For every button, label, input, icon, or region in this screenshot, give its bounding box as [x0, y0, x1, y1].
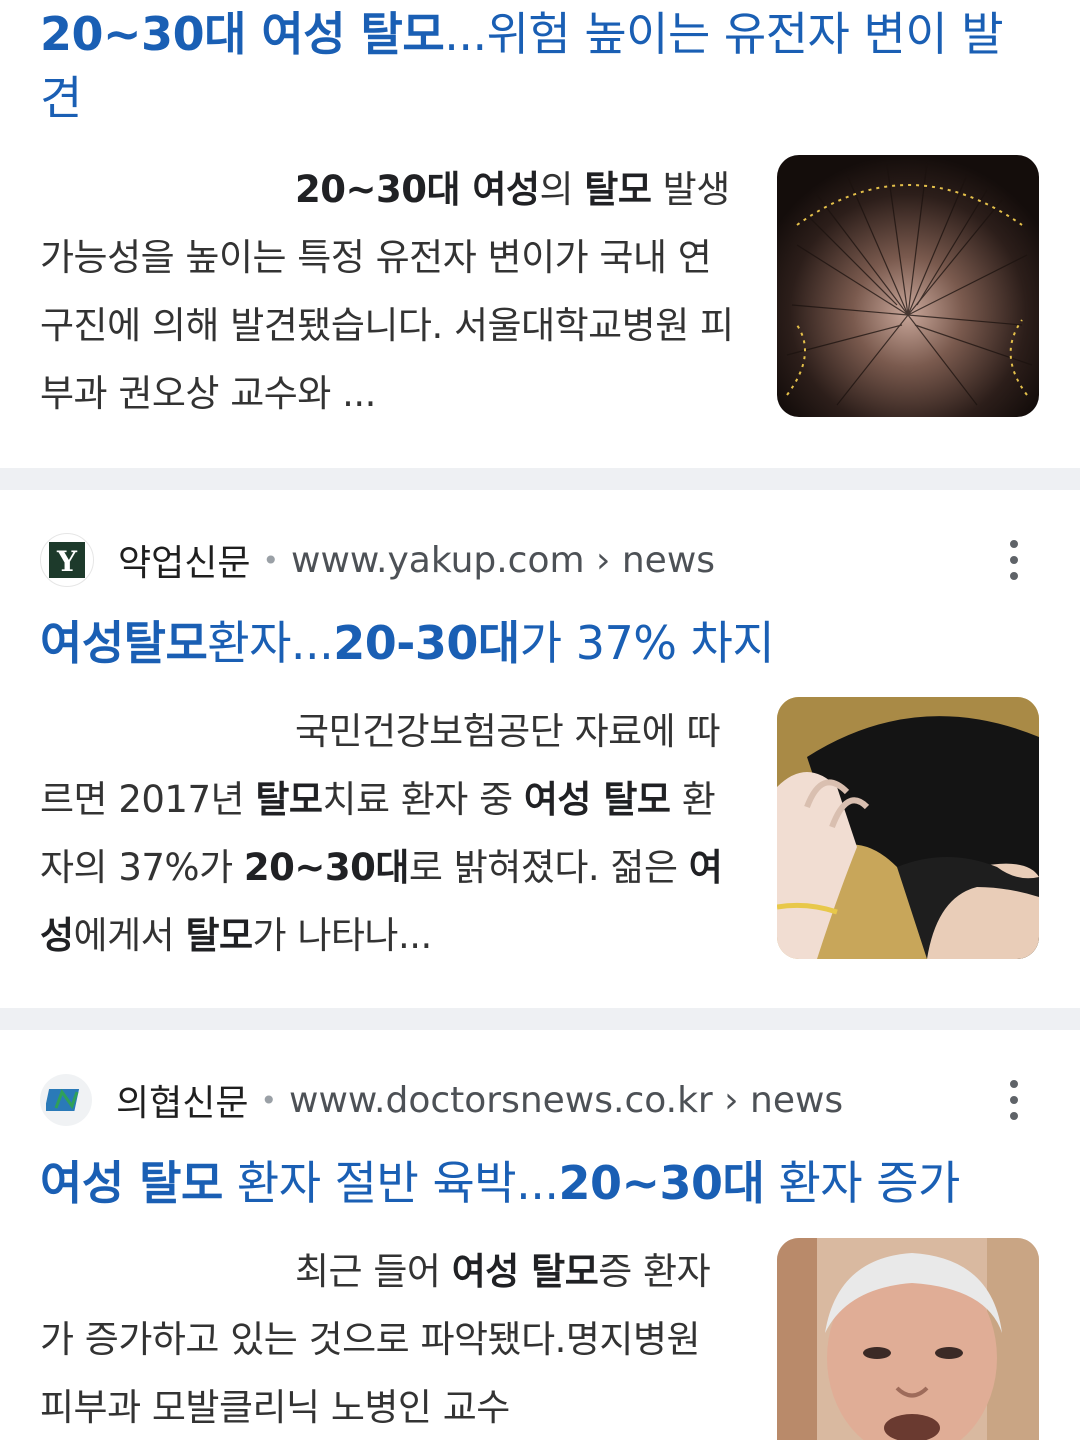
- highlighted-keyword: 20-30대: [333, 616, 520, 670]
- professor-portrait-photo: [777, 1238, 1039, 1440]
- text-segment: 로 밝혀졌다. 젊은: [408, 846, 689, 889]
- text-segment: 환자 증가: [764, 1156, 960, 1210]
- result-snippet: 최근 들어 여성 탈모증 환자가 증가하고 있는 것으로 파악됐다.명지병원 피…: [40, 1238, 740, 1440]
- yakup-y-logo-icon: Y: [40, 533, 94, 587]
- result-snippet: 20~30대 여성의 탈모 발생 가능성을 높이는 특정 유전자 변이가 국내 …: [40, 156, 740, 428]
- result-title[interactable]: 여성 탈모 환자 절반 육박...20~30대 환자 증가: [40, 1150, 1030, 1216]
- result-separator: [0, 468, 1080, 490]
- text-segment: 가 나타나...: [252, 914, 433, 957]
- result-thumbnail[interactable]: [777, 1238, 1039, 1440]
- result-thumbnail[interactable]: [777, 155, 1039, 417]
- result-snippet: 국민건강보험공단 자료에 따르면 2017년 탈모치료 환자 중 여성 탈모 환…: [40, 698, 740, 970]
- text-segment: 가 37% 차지: [519, 616, 775, 670]
- text-segment: 최근 들어: [295, 1250, 452, 1293]
- search-result-2: Y 약업신문 • www.yakup.com › news 여성탈모환자...2…: [0, 490, 1080, 1008]
- source-name: 약업신문: [118, 543, 251, 584]
- text-segment: 에게서: [73, 914, 186, 957]
- result-title[interactable]: 20~30대 여성 탈모...위험 높이는 유전자 변이 발견: [40, 2, 1030, 130]
- doctorsnews-logo-icon: [40, 1074, 92, 1126]
- result-source[interactable]: Y 약업신문 • www.yakup.com › news: [40, 530, 1050, 590]
- highlighted-keyword: 20~30대: [558, 1156, 765, 1210]
- text-segment: 의: [539, 168, 585, 211]
- search-results-page: 20~30대 여성 탈모...위험 높이는 유전자 변이 발견 20~30대 여…: [0, 0, 1080, 1440]
- highlighted-keyword: 탈모: [255, 778, 323, 821]
- highlighted-keyword: 20~30대: [243, 846, 410, 889]
- text-segment: 환자...: [207, 616, 334, 670]
- text-segment: 환자 절반 육박...: [222, 1156, 559, 1210]
- result-separator: [0, 1008, 1080, 1030]
- search-result-1: 20~30대 여성 탈모...위험 높이는 유전자 변이 발견 20~30대 여…: [0, 0, 1080, 468]
- highlighted-keyword: 여성 탈모: [40, 1156, 223, 1210]
- more-options-icon[interactable]: [1006, 1080, 1022, 1120]
- woman-hairline-photo: [777, 697, 1039, 959]
- highlighted-keyword: 여성탈모: [40, 616, 208, 670]
- text-segment: 치료 환자 중: [322, 778, 524, 821]
- source-dot: •: [262, 543, 279, 577]
- highlighted-keyword: 탈모: [584, 168, 652, 211]
- more-options-icon[interactable]: [1006, 540, 1022, 580]
- highlighted-keyword: 20~30대 여성: [295, 168, 540, 211]
- favicon-letter: Y: [56, 545, 78, 578]
- scalp-hair-loss-photo: [777, 155, 1039, 417]
- source-name: 의협신문: [116, 1083, 249, 1124]
- search-result-3: 의협신문 • www.doctorsnews.co.kr › news 여성 탈…: [0, 1030, 1080, 1440]
- result-title[interactable]: 여성탈모환자...20-30대가 37% 차지: [40, 610, 1030, 676]
- source-url: www.doctorsnews.co.kr › news: [289, 1079, 844, 1121]
- highlighted-keyword: 탈모: [185, 914, 253, 957]
- result-thumbnail[interactable]: [777, 697, 1039, 959]
- highlighted-keyword: 20~30대 여성 탈모: [40, 7, 445, 61]
- highlighted-keyword: 여성 탈모: [451, 1250, 599, 1293]
- highlighted-keyword: 여성 탈모: [523, 778, 671, 821]
- result-source[interactable]: 의협신문 • www.doctorsnews.co.kr › news: [40, 1070, 1050, 1130]
- source-url: www.yakup.com › news: [291, 539, 716, 581]
- source-dot: •: [260, 1083, 277, 1117]
